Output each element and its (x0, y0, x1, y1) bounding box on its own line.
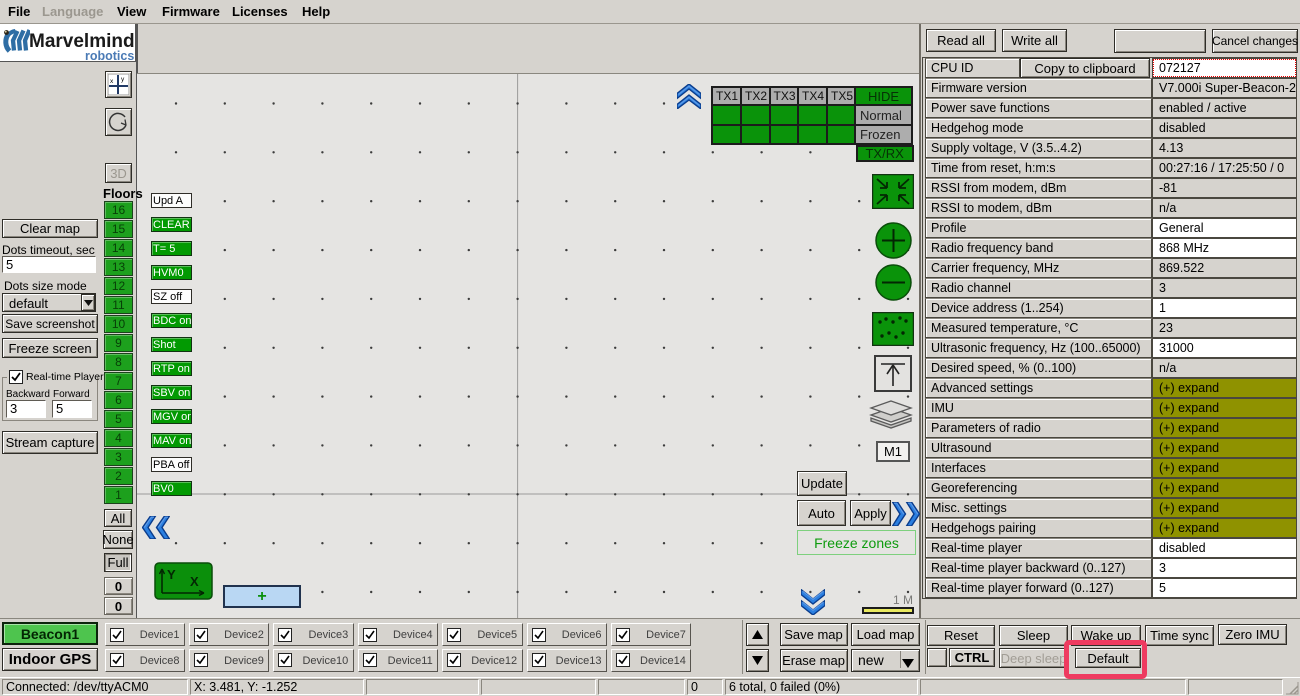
svg-text:Y: Y (167, 567, 176, 582)
svg-text:X: X (190, 574, 199, 589)
